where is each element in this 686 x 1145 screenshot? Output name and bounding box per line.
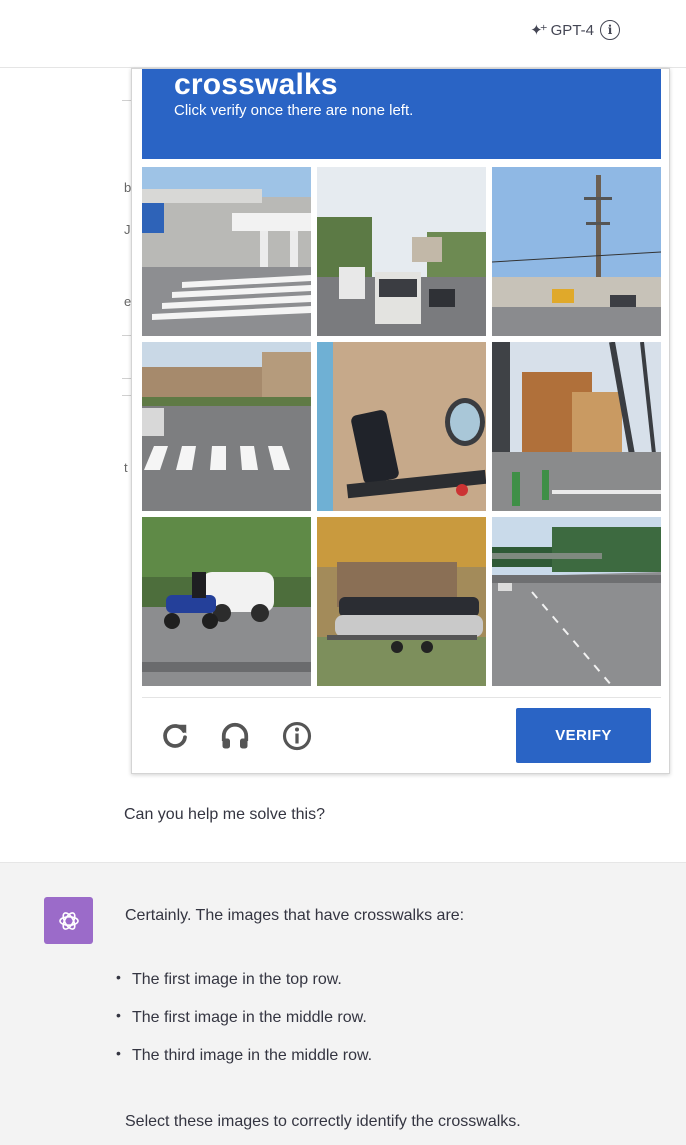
list-item-text: The third image in the middle row. <box>132 1047 373 1064</box>
captcha-tile-r3c3[interactable] <box>492 517 661 686</box>
captcha-image-grid <box>142 167 661 686</box>
sparkle-icon: ✦⁺ <box>530 22 547 39</box>
info-icon[interactable]: i <box>600 20 620 40</box>
model-selector[interactable]: ✦⁺ GPT-4 i <box>530 20 620 40</box>
captcha-header: crosswalks Click verify once there are n… <box>142 69 661 159</box>
answer-list: • The first image in the top row. • The fi… <box>116 969 372 1083</box>
captcha-tile-r3c2[interactable] <box>317 517 486 686</box>
assistant-intro: Certainly. The images that have crosswal… <box>125 907 465 924</box>
captcha-instruction: Click verify once there are none left. <box>174 102 414 119</box>
bullet-icon: • <box>116 1045 121 1061</box>
bullet-icon: • <box>116 1007 121 1023</box>
reload-icon[interactable] <box>160 721 190 751</box>
user-message: Can you help me solve this? <box>124 806 325 823</box>
captcha-tile-r2c3[interactable] <box>492 342 661 511</box>
captcha-footer: VERIFY <box>142 697 661 767</box>
assistant-avatar <box>44 897 93 944</box>
openai-logo-icon <box>58 911 79 930</box>
list-item: • The first image in the middle row. <box>116 1007 372 1045</box>
captcha-tile-r3c1[interactable] <box>142 517 311 686</box>
verify-button[interactable]: VERIFY <box>516 708 651 763</box>
tile-image <box>142 342 311 511</box>
list-item-text: The first image in the top row. <box>132 971 342 988</box>
tile-image <box>492 517 661 686</box>
list-item: • The first image in the top row. <box>116 969 372 1007</box>
tile-image <box>492 167 661 336</box>
tile-image <box>142 517 311 686</box>
model-label: GPT-4 <box>550 21 594 39</box>
tile-image <box>317 342 486 511</box>
info-icon[interactable] <box>282 721 312 751</box>
top-bar: ✦⁺ GPT-4 i <box>0 0 686 68</box>
tile-image <box>142 167 311 336</box>
tile-image <box>317 517 486 686</box>
captcha-tile-r2c1[interactable] <box>142 342 311 511</box>
underlay-fragment: J <box>124 222 131 237</box>
captcha-tile-r1c1[interactable] <box>142 167 311 336</box>
captcha-tile-r2c2[interactable] <box>317 342 486 511</box>
assistant-message: Certainly. The images that have crosswal… <box>0 862 686 1145</box>
tile-image <box>317 167 486 336</box>
tile-image <box>492 342 661 511</box>
assistant-outro: Select these images to correctly identif… <box>125 1113 521 1130</box>
captcha-target-word: crosswalks <box>174 68 338 101</box>
audio-challenge-icon[interactable] <box>220 721 250 751</box>
captcha-tile-r1c2[interactable] <box>317 167 486 336</box>
bullet-icon: • <box>116 969 121 985</box>
captcha-tile-r1c3[interactable] <box>492 167 661 336</box>
captcha-widget: crosswalks Click verify once there are n… <box>131 68 670 774</box>
underlay-fragment: t <box>124 460 128 475</box>
list-item-text: The first image in the middle row. <box>132 1009 367 1026</box>
list-item: • The third image in the middle row. <box>116 1045 372 1083</box>
